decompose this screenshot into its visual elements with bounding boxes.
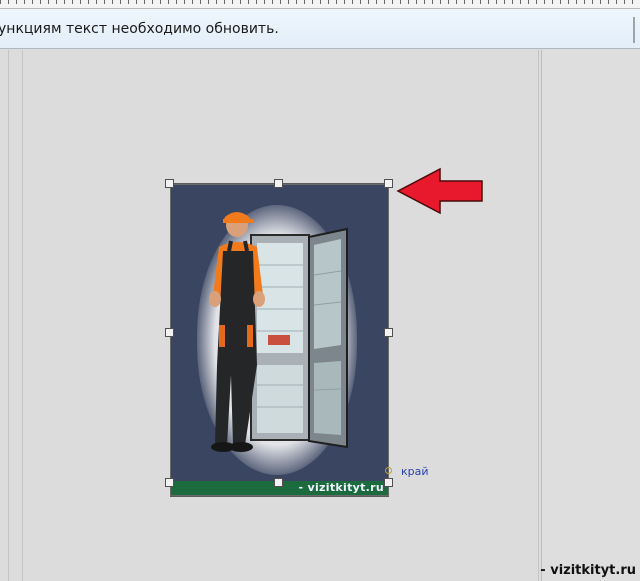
site-watermark: - vizitkityt.ru (540, 563, 636, 578)
resize-handle-bottom-left[interactable] (165, 478, 174, 487)
horizontal-ruler[interactable] (0, 0, 640, 9)
selection-bottom-line (170, 496, 389, 497)
left-pane-divider (8, 50, 9, 581)
notification-text: ункциям текст необходимо обновить. (0, 21, 279, 37)
page-right-edge (538, 50, 539, 581)
edge-label: край (401, 465, 429, 478)
resize-handle-bottom-center[interactable] (274, 478, 283, 487)
selected-image-frame[interactable]: - vizitkityt.ru (170, 184, 389, 496)
pasteboard-area (542, 50, 640, 581)
image-site-caption: - vizitkityt.ru (298, 481, 384, 494)
anchor-point-icon[interactable] (385, 467, 392, 474)
resize-handle-top-left[interactable] (165, 179, 174, 188)
page-left-edge (22, 50, 23, 581)
resize-handle-middle-left[interactable] (165, 328, 174, 337)
repairman-with-refrigerator-image (209, 212, 348, 452)
notification-bar: ункциям текст необходимо обновить. (0, 9, 640, 49)
resize-handle-top-right[interactable] (384, 179, 393, 188)
notification-bar-edge (633, 17, 635, 43)
resize-handle-middle-right[interactable] (384, 328, 393, 337)
red-arrow-icon (396, 167, 483, 215)
resize-handle-bottom-right[interactable] (384, 478, 393, 487)
resize-handle-top-center[interactable] (274, 179, 283, 188)
